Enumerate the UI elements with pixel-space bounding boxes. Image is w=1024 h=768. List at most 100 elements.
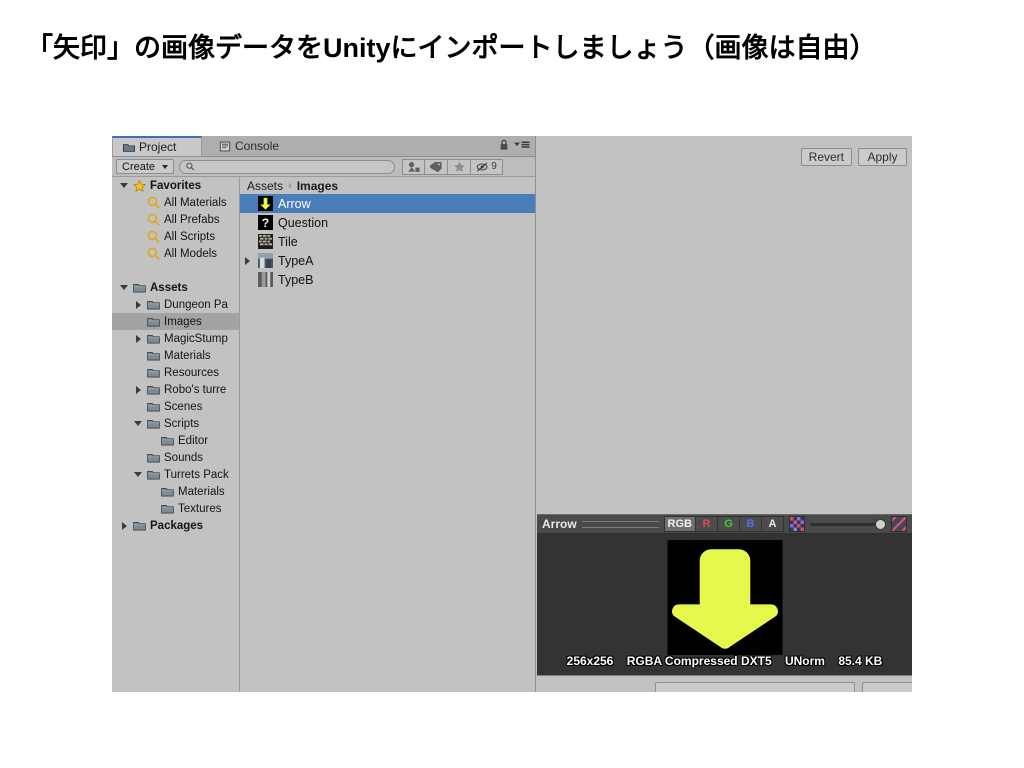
create-button[interactable]: Create — [116, 159, 175, 174]
mip-level-slider[interactable] — [810, 516, 886, 532]
breadcrumb-separator-icon: › — [288, 179, 292, 192]
hidden-packages-icon[interactable]: 9 — [471, 158, 504, 175]
chevron-right-icon[interactable] — [134, 300, 143, 309]
tree-item-images[interactable]: Images — [112, 313, 239, 330]
chevron-down-icon[interactable] — [120, 181, 129, 190]
tree-item-label: All Models — [164, 247, 218, 260]
tree-twisty-placeholder — [134, 249, 143, 258]
folder-icon — [133, 521, 146, 531]
folder-icon — [133, 283, 146, 293]
search-input[interactable] — [198, 161, 389, 172]
tree-item-robo-s-turre[interactable]: Robo's turre — [112, 381, 239, 398]
tree-item-favorites[interactable]: Favorites — [112, 177, 239, 194]
texture-colorspace: UNorm — [784, 654, 825, 668]
tree-twisty-placeholder — [120, 266, 129, 275]
tree-twisty-placeholder — [134, 368, 143, 377]
tree-item-all-materials[interactable]: All Materials — [112, 194, 239, 211]
chevron-down-icon[interactable] — [120, 283, 129, 292]
folder-icon — [147, 419, 160, 428]
channel-a-toggle[interactable]: A — [762, 516, 784, 532]
tree-item-magicstump[interactable]: MagicStump — [112, 330, 239, 347]
tab-console[interactable]: Console — [209, 136, 301, 156]
search-icon — [147, 247, 160, 260]
asset-row-question[interactable]: ? Question — [240, 213, 535, 232]
tree-item-label: Packages — [150, 519, 204, 532]
folder-icon — [161, 504, 174, 513]
svg-text:?: ? — [262, 216, 269, 230]
project-filter-icons: 9 — [402, 158, 504, 175]
hidden-packages-count: 9 — [491, 161, 497, 172]
chevron-down-icon[interactable] — [134, 419, 143, 428]
asset-row-label: TypeB — [278, 272, 314, 287]
folder-icon — [161, 504, 174, 514]
breadcrumb: Assets › Images — [240, 177, 535, 194]
color-swatch-icon[interactable] — [789, 516, 805, 532]
alpha-checker-icon[interactable] — [887, 512, 911, 536]
tree-item-all-models[interactable]: All Models — [112, 245, 239, 262]
search-field[interactable] — [179, 159, 396, 174]
tree-item-all-scripts[interactable]: All Scripts — [112, 228, 239, 245]
asset-row-typeb[interactable]: TypeB — [240, 270, 535, 289]
tree-twisty-placeholder — [134, 402, 143, 411]
tab-console-label: Console — [235, 139, 280, 153]
inspector-import-settings: Revert Apply — [537, 136, 912, 514]
mip-slider-handle[interactable] — [875, 518, 886, 530]
search-icon — [147, 196, 160, 209]
asset-row-arrow[interactable]: Arrow — [240, 194, 535, 213]
typeb-thumb — [258, 272, 273, 287]
folder-icon — [133, 283, 146, 292]
tree-item-scenes[interactable]: Scenes — [112, 398, 239, 415]
channel-rgb-toggle[interactable]: RGB — [663, 516, 696, 532]
favorite-star-icon[interactable] — [448, 158, 472, 175]
folder-icon — [147, 317, 160, 327]
tree-item-materials[interactable]: Materials — [112, 483, 239, 500]
tree-item-editor[interactable]: Editor — [112, 432, 239, 449]
search-icon — [147, 213, 160, 226]
texture-info-line: 256x256 RGBA Compressed DXT5 UNorm 85.4 … — [537, 654, 912, 668]
panel-menu-icon[interactable] — [514, 140, 530, 150]
folder-icon — [147, 419, 160, 429]
breadcrumb-root[interactable]: Assets — [247, 179, 283, 193]
apply-button[interactable]: Apply — [858, 148, 907, 166]
asset-row-typea[interactable]: TypeA — [240, 251, 535, 270]
tree-item-materials[interactable]: Materials — [112, 347, 239, 364]
filter-by-type-icon[interactable] — [402, 158, 426, 175]
tree-item-packages[interactable]: Packages — [112, 517, 239, 534]
lock-icon[interactable] — [499, 139, 509, 151]
tree-item-sounds[interactable]: Sounds — [112, 449, 239, 466]
chevron-right-icon[interactable] — [134, 385, 143, 394]
tree-item-dungeon-pa[interactable]: Dungeon Pa — [112, 296, 239, 313]
revert-button[interactable]: Revert — [800, 148, 852, 166]
search-icon — [147, 230, 160, 243]
channel-g-toggle[interactable]: G — [718, 516, 740, 532]
tree-item-textures[interactable]: Textures — [112, 500, 239, 517]
chevron-right-icon[interactable] — [245, 257, 250, 265]
chevron-down-icon[interactable] — [134, 470, 143, 479]
tree-item-assets[interactable]: Assets — [112, 279, 239, 296]
filter-by-label-icon[interactable] — [425, 158, 449, 175]
tree-item-label: MagicStump — [164, 332, 228, 345]
tree-item-all-prefabs[interactable]: All Prefabs — [112, 211, 239, 228]
tree-item-label: Editor — [178, 434, 209, 447]
tree-item-turrets-pack[interactable]: Turrets Pack — [112, 466, 239, 483]
project-folder-tree[interactable]: Favorites All Materials All Prefabs All Scr… — [112, 177, 240, 692]
bottom-strip-field-1[interactable] — [655, 682, 855, 692]
texture-preview-canvas[interactable] — [667, 540, 782, 655]
texture-preview-header: Arrow RGB R G B A — [537, 512, 912, 536]
asset-row-tile[interactable]: Tile — [240, 232, 535, 251]
channel-r-toggle[interactable]: R — [696, 516, 718, 532]
project-tabbar-actions — [499, 139, 530, 151]
bottom-strip-field-2[interactable] — [862, 682, 912, 692]
tab-project[interactable]: Project — [112, 136, 202, 156]
search-icon — [186, 162, 195, 171]
chevron-right-icon[interactable] — [120, 521, 129, 530]
tree-twisty-placeholder — [148, 436, 157, 445]
tree-item-scripts[interactable]: Scripts — [112, 415, 239, 432]
folder-icon — [147, 334, 160, 344]
project-window: Project Console Create 9 Favorites All M… — [112, 136, 536, 692]
channel-b-toggle[interactable]: B — [740, 516, 762, 532]
tree-twisty-placeholder — [134, 317, 143, 326]
tree-item-label: Textures — [178, 502, 222, 515]
tree-item-resources[interactable]: Resources — [112, 364, 239, 381]
chevron-right-icon[interactable] — [134, 334, 143, 343]
